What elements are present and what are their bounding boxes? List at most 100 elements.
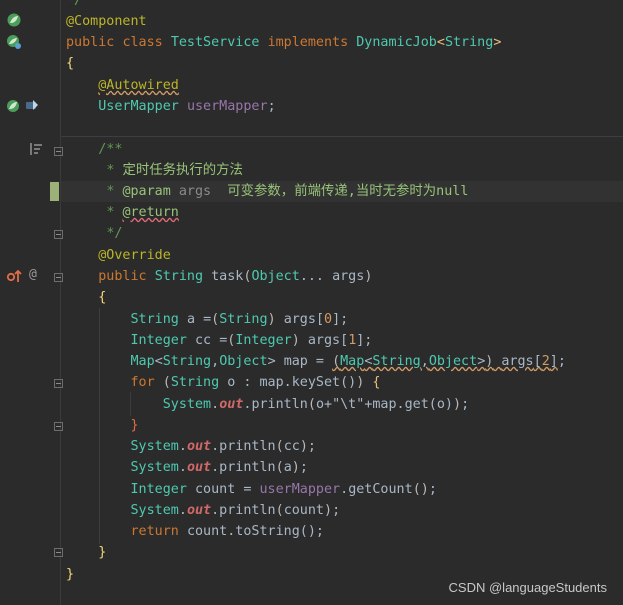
keyword: public <box>98 269 147 284</box>
keyword: public <box>66 35 115 50</box>
code-line[interactable]: String a =(String) args[0]; <box>61 309 623 330</box>
generic-open: < <box>436 35 445 50</box>
code-line[interactable]: */ <box>61 0 623 11</box>
var-name: a <box>186 312 195 327</box>
brace: } <box>98 545 107 560</box>
code-line[interactable]: Integer cc =(Integer) args[1]; <box>61 330 623 351</box>
doc-param-desc: 可变参数，前端传递,当时无参时为null <box>227 184 469 199</box>
doc-text: 定时任务执行的方法 <box>122 163 243 178</box>
code-line[interactable]: @Component <box>61 11 623 32</box>
code-line[interactable]: * @param args 可变参数，前端传递,当时无参时为null <box>61 181 623 202</box>
code-line[interactable]: Map<String,Object> map = (Map<String,Obj… <box>61 351 623 372</box>
cast-type: Map <box>340 354 365 369</box>
index: 1 <box>348 333 357 348</box>
cast-type: Integer <box>235 333 292 348</box>
brace: } <box>66 567 75 582</box>
code-line[interactable]: } <box>61 415 623 436</box>
override-up-icon[interactable] <box>6 268 22 284</box>
generic-close: > <box>493 35 502 50</box>
code-line[interactable]: * 定时任务执行的方法 <box>61 160 623 181</box>
field-type: UserMapper <box>98 99 179 114</box>
spring-bean-icon[interactable] <box>6 12 22 28</box>
generic-key: String <box>162 354 212 369</box>
var-type: String <box>130 312 179 327</box>
code-line[interactable]: */ <box>61 223 623 244</box>
index: 2 <box>541 354 550 369</box>
doc-render-icon[interactable] <box>28 141 44 157</box>
doc-star: * <box>106 184 115 199</box>
brace: { <box>66 56 75 71</box>
code-line[interactable]: Integer count = userMapper.getCount(); <box>61 479 623 500</box>
expr: +map.get(o) <box>364 397 453 412</box>
doc-star: * <box>106 163 115 178</box>
code-line[interactable]: @Autowired <box>61 75 623 96</box>
code-line[interactable]: System.out.println(cc); <box>61 436 623 457</box>
code-line[interactable]: /** <box>61 139 623 160</box>
comment-end: */ <box>66 0 83 8</box>
var-name: map <box>283 354 308 369</box>
return-expr: count.toString(); <box>186 524 324 539</box>
annotation-component: @Component <box>66 14 147 29</box>
method-name: task <box>211 269 244 284</box>
brace: { <box>98 290 107 305</box>
code-editor[interactable]: @ */ @Component public class TestService… <box>0 0 623 605</box>
code-line[interactable]: { <box>61 287 623 308</box>
return-type: String <box>154 269 204 284</box>
code-line[interactable]: { <box>61 53 623 74</box>
array-ref: args <box>283 312 316 327</box>
doc-param-name: args <box>178 184 212 199</box>
annotation-autowired: @Autowired <box>98 78 179 93</box>
code-line[interactable]: UserMapper userMapper; <box>61 96 623 117</box>
var-type: Integer <box>130 482 187 497</box>
varargs: ... <box>299 269 324 284</box>
doc-param-tag: @param <box>122 184 171 199</box>
array-ref: args <box>501 354 534 369</box>
interface-name: DynamicJob <box>356 35 437 50</box>
cast-type: String <box>219 312 268 327</box>
code-line[interactable]: } <box>61 542 623 563</box>
code-line[interactable]: @Override <box>61 245 623 266</box>
at-annotation-icon[interactable]: @ <box>29 267 37 282</box>
watermark: CSDN @languageStudents <box>448 580 607 595</box>
code-line[interactable]: return count.toString(); <box>61 521 623 542</box>
code-lines[interactable]: */ @Component public class TestService i… <box>61 0 623 605</box>
generic-value: Object <box>219 354 268 369</box>
doc-return-tag: @return <box>122 205 179 220</box>
code-line[interactable]: * @return <box>61 202 623 223</box>
print-arg: a <box>283 460 292 475</box>
var-name: count <box>195 482 236 497</box>
keyword: for <box>130 375 155 390</box>
static-field: out <box>219 397 244 412</box>
loop-var: o <box>227 375 236 390</box>
keyword: implements <box>267 35 349 50</box>
doc-comment-start: /** <box>98 142 123 157</box>
keyword: class <box>122 35 163 50</box>
array-ref: args <box>307 333 341 348</box>
loop-var-type: String <box>170 375 220 390</box>
print-arg: count <box>283 503 324 518</box>
autowire-icon[interactable] <box>6 98 22 114</box>
code-line[interactable]: public String task(Object... args) <box>61 266 623 287</box>
string-literal: "\t" <box>332 397 365 412</box>
generic-type: String <box>444 35 494 50</box>
code-line[interactable]: System.out.println(count); <box>61 500 623 521</box>
param-name: args <box>332 269 365 284</box>
print-arg: cc <box>283 439 300 454</box>
operator: = <box>203 312 212 327</box>
editor-gutter[interactable] <box>0 0 60 605</box>
code-line[interactable]: System.out.println(a); <box>61 457 623 478</box>
index: 0 <box>324 312 333 327</box>
receiver: userMapper <box>259 482 341 497</box>
autowire-target-icon[interactable] <box>24 97 40 113</box>
code-line[interactable]: for (String o : map.keySet()) { <box>61 372 623 393</box>
class-name: TestService <box>170 35 260 50</box>
expr: o+ <box>315 397 333 412</box>
spring-bean-icon[interactable] <box>6 34 22 50</box>
param-type: Object <box>251 269 300 284</box>
brace: } <box>130 418 139 433</box>
class-ref: System <box>162 397 212 412</box>
code-line[interactable]: System.out.println(o+"\t"+map.get(o)); <box>61 394 623 415</box>
code-line[interactable]: public class TestService implements Dyna… <box>61 32 623 53</box>
var-name: cc <box>195 333 212 348</box>
var-type: Map <box>130 354 155 369</box>
